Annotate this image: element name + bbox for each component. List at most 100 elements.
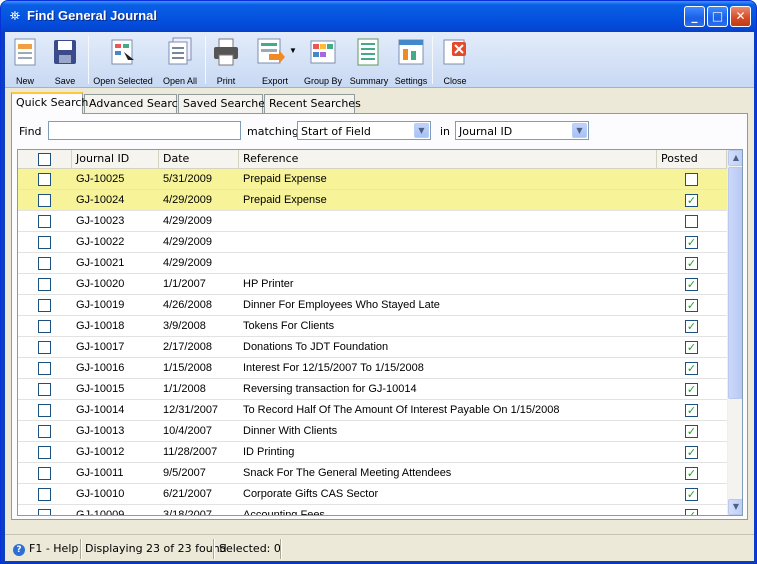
- posted-checkbox: ✓: [685, 383, 698, 396]
- posted-checkbox: [685, 173, 698, 186]
- reference-cell: [239, 232, 657, 252]
- tab-advanced-search[interactable]: Advanced Search: [84, 94, 185, 113]
- row-select-checkbox[interactable]: [38, 488, 51, 501]
- export-button[interactable]: ▼ Export: [249, 34, 301, 86]
- date-cell: 5/31/2009: [163, 173, 212, 185]
- close-button[interactable]: Close: [437, 34, 473, 86]
- quick-search-panel: Find matching Start of Field ▼ in Journa…: [11, 113, 748, 520]
- open-all-label: Open All: [162, 76, 198, 86]
- select-all-header: [18, 150, 72, 169]
- export-icon: [257, 38, 285, 64]
- column-header-journal-id[interactable]: Journal ID: [72, 150, 159, 169]
- tab-quick-search[interactable]: Quick Search: [11, 92, 88, 114]
- settings-button[interactable]: Settings: [392, 34, 430, 86]
- table-row[interactable]: GJ-10019 4/26/2008 Dinner For Employees Wh…: [18, 295, 727, 316]
- help-icon[interactable]: ?: [13, 544, 25, 556]
- help-status[interactable]: F1 - Help: [29, 539, 78, 559]
- scroll-down-icon[interactable]: ▼: [728, 499, 742, 515]
- reference-cell: Interest For 12/15/2007 To 1/15/2008: [243, 362, 424, 374]
- table-row[interactable]: GJ-10017 2/17/2008 Donations To JDT Founda…: [18, 337, 727, 358]
- row-select-checkbox[interactable]: [38, 173, 51, 186]
- summary-button[interactable]: Summary: [347, 34, 391, 86]
- group-by-label: Group By: [303, 76, 343, 86]
- matching-dropdown[interactable]: Start of Field ▼: [297, 121, 431, 140]
- journal-id-cell: GJ-10017: [76, 341, 125, 353]
- table-row[interactable]: GJ-10010 6/21/2007 Corporate Gifts CAS Sec…: [18, 484, 727, 505]
- row-select-checkbox[interactable]: [38, 509, 51, 515]
- reference-cell: HP Printer: [243, 278, 294, 290]
- table-row[interactable]: GJ-10009 3/18/2007 Accounting Fees ✓: [18, 505, 727, 516]
- reference-cell: Snack For The General Meeting Attendees: [243, 467, 452, 479]
- displaying-count: Displaying 23 of 23 found: [85, 542, 227, 555]
- journal-id-cell: GJ-10011: [76, 467, 124, 479]
- column-header-date[interactable]: Date: [159, 150, 239, 169]
- posted-checkbox: ✓: [685, 257, 698, 270]
- row-select-checkbox[interactable]: [38, 299, 51, 312]
- table-row[interactable]: GJ-10013 10/4/2007 Dinner With Clients ✓: [18, 421, 727, 442]
- open-selected-button[interactable]: Open Selected: [91, 34, 155, 86]
- reference-cell: Accounting Fees: [243, 509, 325, 516]
- table-row[interactable]: GJ-10022 4/29/2009 ✓: [18, 232, 727, 253]
- print-button[interactable]: Print: [208, 34, 244, 86]
- minimize-button[interactable]: _: [684, 6, 705, 27]
- table-row[interactable]: GJ-10011 9/5/2007 Snack For The General Me…: [18, 463, 727, 484]
- date-cell: 3/18/2007: [163, 509, 212, 516]
- row-select-checkbox[interactable]: [38, 425, 51, 438]
- table-row[interactable]: GJ-10023 4/29/2009: [18, 211, 727, 232]
- posted-checkbox: ✓: [685, 362, 698, 375]
- grid-header: Journal ID Date Reference Posted: [18, 150, 727, 169]
- column-header-reference[interactable]: Reference: [239, 150, 657, 169]
- reference-cell: [239, 253, 657, 273]
- new-button[interactable]: New: [7, 34, 43, 86]
- table-row[interactable]: GJ-10016 1/15/2008 Interest For 12/15/2007…: [18, 358, 727, 379]
- in-field-dropdown[interactable]: Journal ID ▼: [455, 121, 589, 140]
- row-select-checkbox[interactable]: [38, 236, 51, 249]
- posted-checkbox: ✓: [685, 278, 698, 291]
- table-row[interactable]: GJ-10024 4/29/2009 Prepaid Expense ✓: [18, 190, 727, 211]
- table-row[interactable]: GJ-10018 3/9/2008 Tokens For Clients ✓: [18, 316, 727, 337]
- table-row[interactable]: GJ-10021 4/29/2009 ✓: [18, 253, 727, 274]
- journal-id-cell: GJ-10015: [76, 383, 125, 395]
- row-select-checkbox[interactable]: [38, 467, 51, 480]
- column-header-posted[interactable]: Posted: [657, 150, 727, 169]
- row-select-checkbox[interactable]: [38, 320, 51, 333]
- group-by-button[interactable]: Group By: [301, 34, 345, 86]
- maximize-button[interactable]: □: [707, 6, 728, 27]
- date-cell: 10/4/2007: [163, 425, 212, 437]
- find-input[interactable]: [48, 121, 241, 140]
- select-all-checkbox[interactable]: [38, 153, 51, 166]
- row-select-checkbox[interactable]: [38, 404, 51, 417]
- date-cell: 2/17/2008: [163, 341, 212, 353]
- table-row[interactable]: GJ-10014 12/31/2007 To Record Half Of The …: [18, 400, 727, 421]
- in-field-value: Journal ID: [459, 125, 513, 138]
- row-select-checkbox[interactable]: [38, 362, 51, 375]
- table-row[interactable]: GJ-10020 1/1/2007 HP Printer ✓: [18, 274, 727, 295]
- tab-saved-searches[interactable]: Saved Searches: [178, 94, 271, 113]
- row-select-checkbox[interactable]: [38, 341, 51, 354]
- table-row[interactable]: GJ-10012 11/28/2007 ID Printing ✓: [18, 442, 727, 463]
- table-row[interactable]: GJ-10025 5/31/2009 Prepaid Expense: [18, 169, 727, 190]
- close-window-button[interactable]: ✕: [730, 6, 751, 27]
- reference-cell: Prepaid Expense: [243, 173, 327, 185]
- reference-cell: Dinner For Employees Who Stayed Late: [243, 299, 440, 311]
- vertical-scrollbar[interactable]: ▲ ▼: [727, 150, 742, 515]
- row-select-checkbox[interactable]: [38, 194, 51, 207]
- row-select-checkbox[interactable]: [38, 383, 51, 396]
- row-select-checkbox[interactable]: [38, 215, 51, 228]
- chevron-down-icon[interactable]: ▼: [572, 123, 587, 138]
- tab-recent-searches[interactable]: Recent Searches: [264, 94, 361, 113]
- scroll-up-icon[interactable]: ▲: [728, 150, 742, 166]
- export-dropdown-arrow-icon[interactable]: ▼: [289, 46, 297, 55]
- row-select-checkbox[interactable]: [38, 257, 51, 270]
- title-bar[interactable]: ⛯ Find General Journal _ □ ✕: [1, 1, 756, 32]
- binoculars-icon: ⛯: [9, 9, 21, 24]
- chevron-down-icon[interactable]: ▼: [414, 123, 429, 138]
- scroll-thumb[interactable]: [728, 167, 742, 399]
- reference-cell: [239, 211, 657, 231]
- save-button[interactable]: Save: [47, 34, 83, 86]
- journal-id-cell: GJ-10025: [76, 173, 125, 185]
- table-row[interactable]: GJ-10015 1/1/2008 Reversing transaction fo…: [18, 379, 727, 400]
- row-select-checkbox[interactable]: [38, 278, 51, 291]
- row-select-checkbox[interactable]: [38, 446, 51, 459]
- open-all-button[interactable]: Open All: [157, 34, 203, 86]
